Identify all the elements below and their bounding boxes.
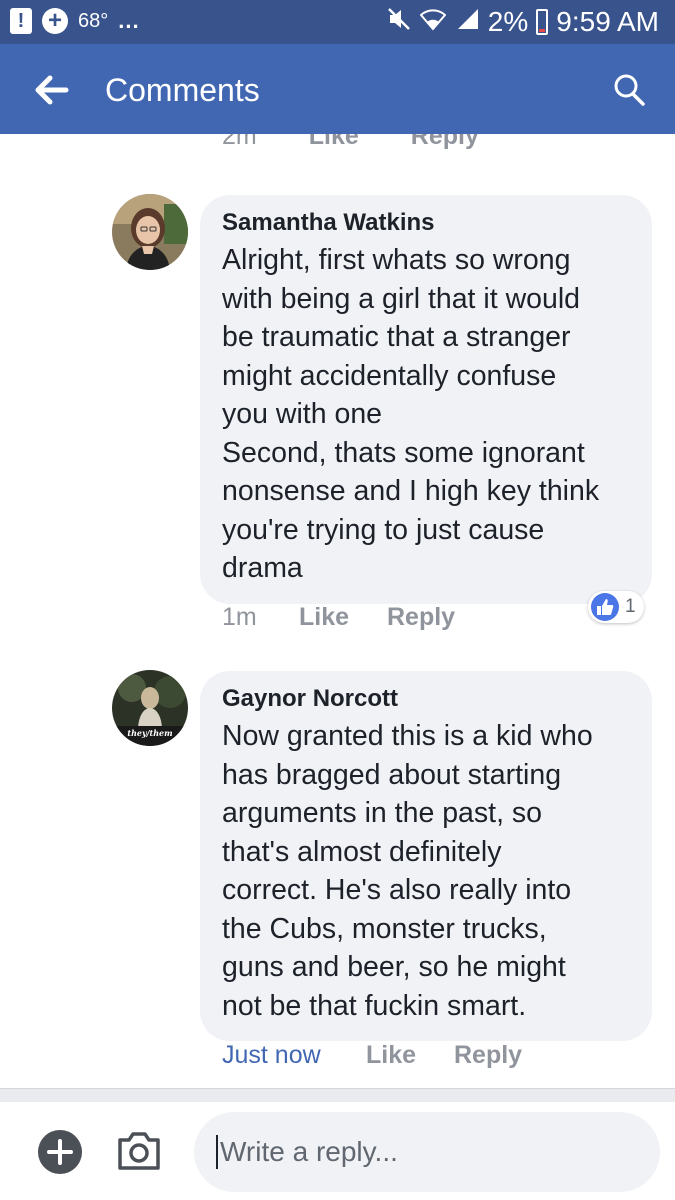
reply-composer: Write a reply... (0, 1102, 675, 1200)
temperature: 68° (78, 9, 109, 32)
reply-placeholder: Write a reply... (220, 1136, 398, 1167)
clock: 9:59 AM (556, 6, 659, 37)
search-button[interactable] (611, 72, 647, 108)
reply-button[interactable]: Reply (411, 134, 479, 151)
status-right: 2% 9:59 AM (386, 6, 659, 38)
camera-icon (118, 1132, 160, 1170)
page-title: Comments (105, 72, 260, 108)
like-button[interactable]: Like (366, 1041, 454, 1070)
text-cursor (216, 1135, 218, 1169)
arrow-left-icon (35, 75, 69, 105)
plus-notification-icon: + (42, 8, 68, 34)
mute-icon (386, 6, 412, 38)
comment-bubble[interactable]: Gaynor Norcott Now granted this is a kid… (200, 671, 652, 1041)
wifi-icon (419, 7, 447, 37)
reaction-count: 1 (625, 596, 636, 617)
comment-bubble[interactable]: Samantha Watkins Alright, first whats so… (200, 195, 652, 604)
avatar[interactable]: they/them (112, 670, 188, 746)
comment-actions: 1m Like Reply (222, 603, 455, 632)
like-button[interactable]: Like (309, 134, 359, 151)
comments-header: Comments (0, 44, 675, 134)
battery-icon (536, 9, 549, 35)
comment-text: Now granted this is a kid who has bragge… (222, 720, 593, 1022)
comment-author[interactable]: Gaynor Norcott (222, 685, 632, 713)
comment-timestamp: 2m (222, 134, 257, 150)
camera-button[interactable] (116, 1128, 162, 1172)
plus-circle-icon (47, 1139, 73, 1165)
comment-text: Alright, first whats so wrong with being… (222, 244, 600, 584)
alert-notification-icon: ! (10, 8, 32, 34)
back-button[interactable] (32, 72, 72, 108)
signal-icon (454, 7, 480, 37)
comment-timestamp: Just now (222, 1041, 321, 1069)
reaction-count-badge[interactable]: 1 (588, 591, 644, 623)
more-notifications: ... (118, 8, 140, 33)
comment-timestamp: 1m (222, 603, 257, 631)
reply-button[interactable]: Reply (387, 603, 455, 632)
search-icon (614, 74, 645, 106)
battery-percent: 2% (487, 6, 529, 37)
previous-comment-actions: 2m Like Reply (222, 134, 479, 151)
comment-author[interactable]: Samantha Watkins (222, 209, 632, 237)
reply-input[interactable]: Write a reply... (194, 1112, 660, 1192)
comment-actions: Just now Like Reply (222, 1041, 522, 1070)
avatar-caption: they/them (127, 728, 173, 738)
reply-button[interactable]: Reply (454, 1041, 522, 1070)
thumbs-up-icon (591, 593, 619, 621)
status-left: ! + 68° ... (10, 8, 140, 34)
avatar[interactable] (112, 194, 188, 270)
like-button[interactable]: Like (299, 603, 387, 632)
composer-divider (0, 1088, 675, 1102)
comments-list: 2m Like Reply Samantha Watkins Alright, … (0, 134, 675, 1090)
add-attachment-button[interactable] (38, 1130, 82, 1174)
status-bar: ! + 68° ... 2% 9:59 AM (0, 0, 675, 44)
